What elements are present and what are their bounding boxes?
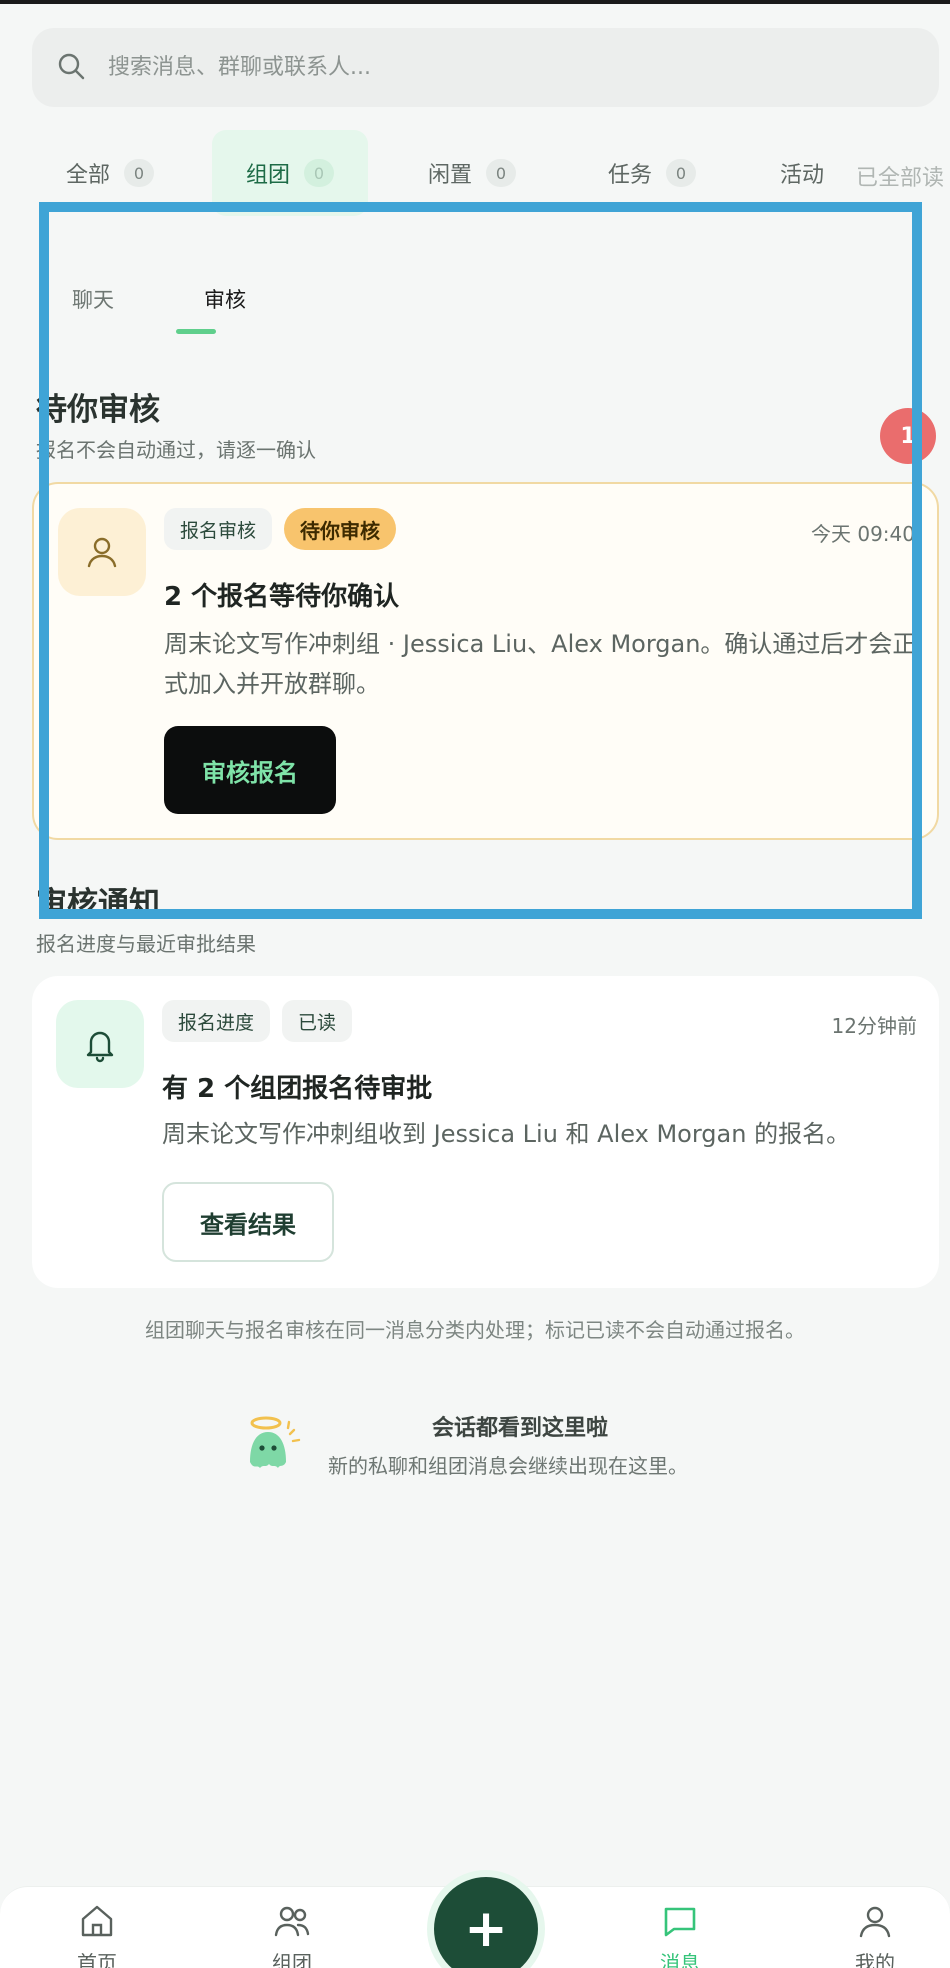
pending-section-subtitle: 报名不会自动通过，请逐一确认 [36,438,316,462]
pending-section-title: 待你审核 [36,392,160,428]
subtab-chat[interactable]: 聊天 [72,284,114,314]
end-subtitle: 新的私聊和组团消息会继续出现在这里。 [328,1454,688,1478]
tab-count: 0 [666,159,696,187]
category-tabs: 全部 0 组团 0 闲置 0 任务 0 活动 [0,130,950,220]
nav-group[interactable]: 组团 [232,1901,352,1968]
tab-count: 0 [486,159,516,187]
status-badge: 待你审核 [284,508,397,550]
card-description: 周末论文写作冲刺组收到 Jessica Liu 和 Alex Morgan 的报… [162,1120,851,1148]
mark-all-read-button[interactable]: 已全部读 [849,160,944,192]
plus-icon: + [464,1899,508,1959]
tab-label: 全部 [65,163,110,188]
tab-secondhand[interactable]: 闲置 0 [412,130,532,216]
tab-label: 任务 [607,163,652,188]
nav-profile[interactable]: 我的 [815,1901,935,1968]
status-bar-line [0,0,950,4]
card-description: 周末论文写作冲刺组 · Jessica Liu、Alex Morgan。确认通过… [164,630,917,698]
nav-home[interactable]: 首页 [37,1901,157,1968]
tab-group[interactable]: 组团 0 [212,130,368,216]
tab-activities[interactable]: 活动 [780,130,840,216]
nav-label: 组团 [272,1951,312,1968]
nav-label: 消息 [660,1951,700,1968]
bell-icon [56,1000,144,1088]
notice-section-subtitle: 报名进度与最近审批结果 [36,932,256,956]
tab-label: 闲置 [427,163,472,188]
tab-all[interactable]: 全部 0 [50,130,170,216]
search-input[interactable] [108,55,888,80]
review-signup-button[interactable]: 审核报名 [164,726,336,814]
group-icon [274,1906,310,1937]
message-icon [664,1907,696,1937]
end-title: 会话都看到这里啦 [432,1416,609,1441]
tab-label: 活动 [780,163,825,188]
card-timestamp: 今天 09:40 [811,522,915,546]
footnote: 组团聊天与报名审核在同一消息分类内处理；标记已读不会自动通过报名。 [145,1318,805,1342]
home-icon [81,1905,113,1937]
card-title: 2 个报名等待你确认 [164,582,400,612]
read-status-badge: 已读 [282,1000,353,1042]
notice-section-title: 审核通知 [36,886,160,922]
review-notice-card[interactable]: 报名进度 已读 12分钟前 有 2 个组团报名待审批 周末论文写作冲刺组收到 J… [32,976,939,1288]
nav-label: 首页 [77,1951,117,1968]
tab-count: 0 [124,159,154,187]
end-of-list: 会话都看到这里啦 新的私聊和组团消息会继续出现在这里。 [240,1410,740,1480]
card-timestamp: 12分钟前 [831,1014,917,1038]
subtab-review[interactable]: 审核 [204,284,246,314]
tab-tasks[interactable]: 任务 0 [592,130,712,216]
subtab-indicator [176,329,216,334]
applicant-icon [58,508,146,596]
nav-messages[interactable]: 消息 [620,1901,740,1968]
search-icon [56,51,86,85]
nav-label: 我的 [855,1951,895,1968]
profile-icon [859,1906,891,1938]
view-result-button[interactable]: 查看结果 [162,1182,334,1262]
tab-count: 0 [304,159,334,187]
tag-signup-review: 报名审核 [164,508,273,550]
card-title: 有 2 个组团报名待审批 [162,1074,433,1104]
unread-badge[interactable]: 1 [880,408,936,464]
pending-review-card[interactable]: 报名审核 待你审核 今天 09:40 2 个报名等待你确认 周末论文写作冲刺组 … [32,482,939,840]
tab-label: 组团 [245,163,290,188]
mascot-icon [240,1414,302,1476]
tag-signup-progress: 报名进度 [162,1000,271,1042]
search-bar[interactable] [32,28,939,107]
